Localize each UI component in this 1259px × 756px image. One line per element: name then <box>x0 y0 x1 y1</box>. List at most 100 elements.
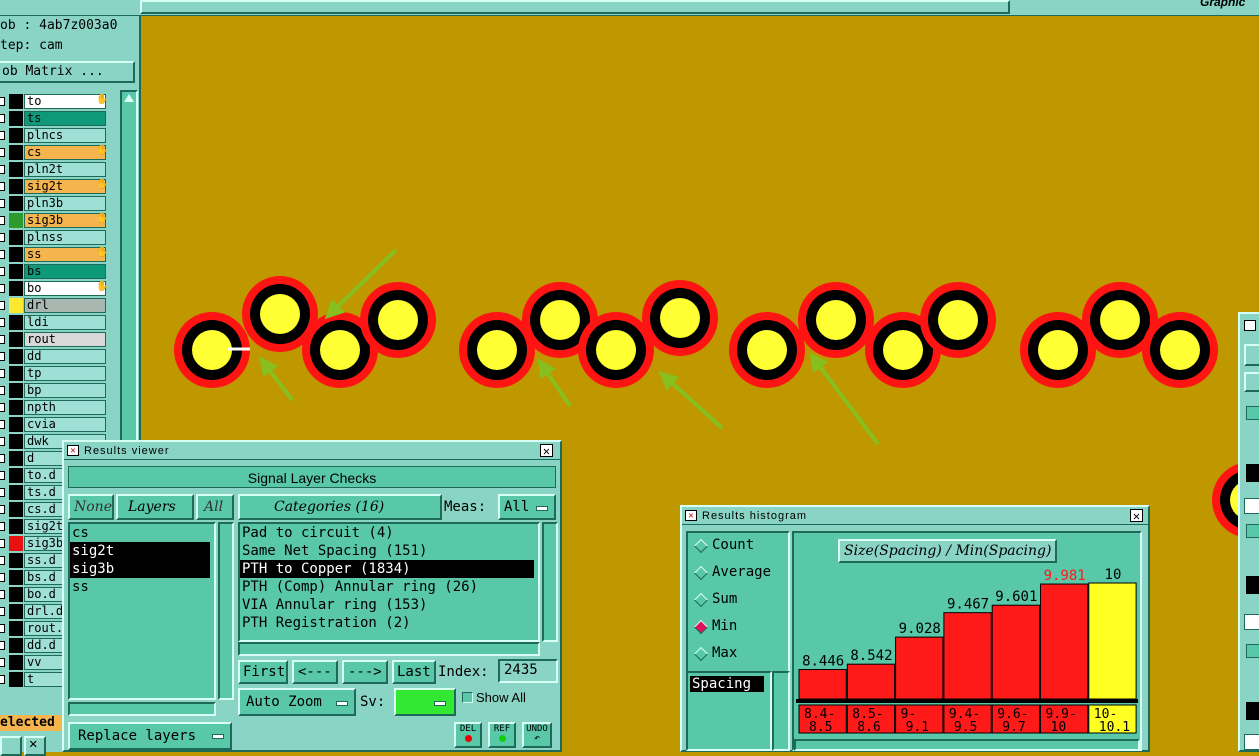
layer-name[interactable]: ss <box>24 247 106 262</box>
window-menu-icon[interactable]: ✕ <box>67 445 79 456</box>
layer-color-swatch[interactable] <box>9 604 23 619</box>
layer-checkbox[interactable] <box>0 233 5 242</box>
layer-list-item[interactable]: cs <box>70 524 210 542</box>
layer-list-hscrollbar[interactable] <box>68 702 216 716</box>
layer-checkbox[interactable] <box>0 403 5 412</box>
layer-name[interactable]: dd <box>24 349 106 364</box>
histogram-bar[interactable] <box>943 612 992 700</box>
partial-checkbox-3[interactable] <box>1246 644 1259 658</box>
bottom-tool-button-1[interactable] <box>0 736 22 756</box>
layer-list-item[interactable]: sig3b <box>70 560 210 578</box>
layer-checkbox[interactable] <box>0 505 5 514</box>
histogram-bar[interactable] <box>895 636 944 700</box>
layer-color-swatch[interactable] <box>9 485 23 500</box>
results-histogram-titlebar[interactable]: ✕ Results histogram ✕ <box>682 507 1148 525</box>
layer-row[interactable]: plncs <box>0 128 112 143</box>
category-item[interactable]: PTH Registration (2) <box>240 614 534 632</box>
auto-zoom-button[interactable]: Auto Zoom <box>238 688 356 716</box>
histogram-bar[interactable] <box>798 669 847 700</box>
metric-list-item[interactable]: Spacing <box>690 676 764 692</box>
previous-button[interactable]: <--- <box>292 660 338 684</box>
layer-checkbox[interactable] <box>0 454 5 463</box>
layer-name[interactable]: plncs <box>24 128 106 143</box>
del-button[interactable]: DEL <box>454 722 482 748</box>
replace-layers-button[interactable]: Replace layers <box>68 722 232 750</box>
layer-checkbox[interactable] <box>0 182 5 191</box>
partial-button-2[interactable] <box>1244 372 1259 392</box>
layer-checkbox[interactable] <box>0 420 5 429</box>
layer-checkbox[interactable] <box>0 267 5 276</box>
category-item[interactable]: VIA Annular ring (153) <box>240 596 534 614</box>
partial-field-2[interactable] <box>1244 614 1259 630</box>
statistic-radio-count[interactable]: Count <box>688 533 788 560</box>
layer-color-swatch[interactable] <box>9 638 23 653</box>
window-menu-icon[interactable] <box>1244 320 1256 331</box>
layer-checkbox[interactable] <box>0 165 5 174</box>
category-list-vscrollbar[interactable] <box>542 522 558 642</box>
layer-row[interactable]: rout <box>0 332 112 347</box>
layer-row[interactable]: plnss <box>0 230 112 245</box>
layer-color-swatch[interactable] <box>9 570 23 585</box>
layer-checkbox[interactable] <box>0 437 5 446</box>
layer-checkbox[interactable] <box>0 539 5 548</box>
layer-row[interactable]: ldi <box>0 315 112 330</box>
layer-name[interactable]: plnss <box>24 230 106 245</box>
histogram-hscrollbar[interactable] <box>794 739 1140 751</box>
layer-name[interactable]: pln2t <box>24 162 106 177</box>
layer-color-swatch[interactable] <box>9 213 23 228</box>
category-item[interactable]: PTH (Comp) Annular ring (26) <box>240 578 534 596</box>
layer-color-swatch[interactable] <box>9 349 23 364</box>
sv-color-select[interactable] <box>394 688 456 716</box>
layer-row[interactable]: bp <box>0 383 112 398</box>
layer-name[interactable]: tp <box>24 366 106 381</box>
bottom-tool-button-2[interactable]: ✕ <box>24 736 46 756</box>
layer-color-swatch[interactable] <box>9 298 23 313</box>
layer-name[interactable]: sig3b <box>24 213 106 228</box>
category-list-hscrollbar[interactable] <box>238 642 540 656</box>
layer-name[interactable]: ts <box>24 111 106 126</box>
layer-name[interactable]: bs <box>24 264 106 279</box>
partial-icon-3[interactable] <box>1246 702 1259 720</box>
statistic-radio-max[interactable]: Max <box>688 641 788 668</box>
layer-row[interactable]: to ✋ <box>0 94 112 109</box>
layer-color-swatch[interactable] <box>9 230 23 245</box>
partial-icon-2[interactable] <box>1246 576 1259 594</box>
layer-color-swatch[interactable] <box>9 400 23 415</box>
layer-color-swatch[interactable] <box>9 179 23 194</box>
layer-list-vscrollbar[interactable] <box>218 522 234 700</box>
layer-row[interactable]: bs <box>0 264 112 279</box>
layer-row[interactable]: dd <box>0 349 112 364</box>
partial-checkbox-2[interactable] <box>1246 524 1259 538</box>
layer-row[interactable]: pln2t <box>0 162 112 177</box>
close-icon[interactable]: ✕ <box>540 444 553 457</box>
layer-row[interactable]: ss ✋ <box>0 247 112 262</box>
layer-checkbox[interactable] <box>0 318 5 327</box>
layer-name[interactable]: bp <box>24 383 106 398</box>
layer-checkbox[interactable] <box>0 607 5 616</box>
metric-list-scrollbar[interactable] <box>772 671 790 751</box>
layer-name[interactable]: ldi <box>24 315 106 330</box>
scroll-up-arrow-icon[interactable] <box>124 94 134 102</box>
layer-checkbox[interactable] <box>0 216 5 225</box>
layer-checkbox[interactable] <box>0 301 5 310</box>
layer-checkbox[interactable] <box>0 624 5 633</box>
layer-name[interactable]: bo <box>24 281 106 296</box>
window-menu-icon[interactable]: ✕ <box>685 510 697 521</box>
next-button[interactable]: ---> <box>342 660 388 684</box>
layer-checkbox[interactable] <box>0 284 5 293</box>
layer-color-swatch[interactable] <box>9 502 23 517</box>
histogram-bar[interactable] <box>1088 582 1137 700</box>
partial-icon-1[interactable] <box>1246 464 1259 482</box>
statistic-radio-sum[interactable]: Sum <box>688 587 788 614</box>
histogram-bar[interactable] <box>1040 583 1089 700</box>
layer-checkbox[interactable] <box>0 488 5 497</box>
layer-checkbox[interactable] <box>0 556 5 565</box>
layer-color-swatch[interactable] <box>9 145 23 160</box>
index-input[interactable]: 2435 <box>498 659 558 683</box>
layer-checkbox[interactable] <box>0 148 5 157</box>
layer-row[interactable]: ts <box>0 111 112 126</box>
ref-button[interactable]: REF <box>488 722 516 748</box>
histogram-bar[interactable] <box>846 663 896 700</box>
layer-color-swatch[interactable] <box>9 536 23 551</box>
layer-color-swatch[interactable] <box>9 434 23 449</box>
